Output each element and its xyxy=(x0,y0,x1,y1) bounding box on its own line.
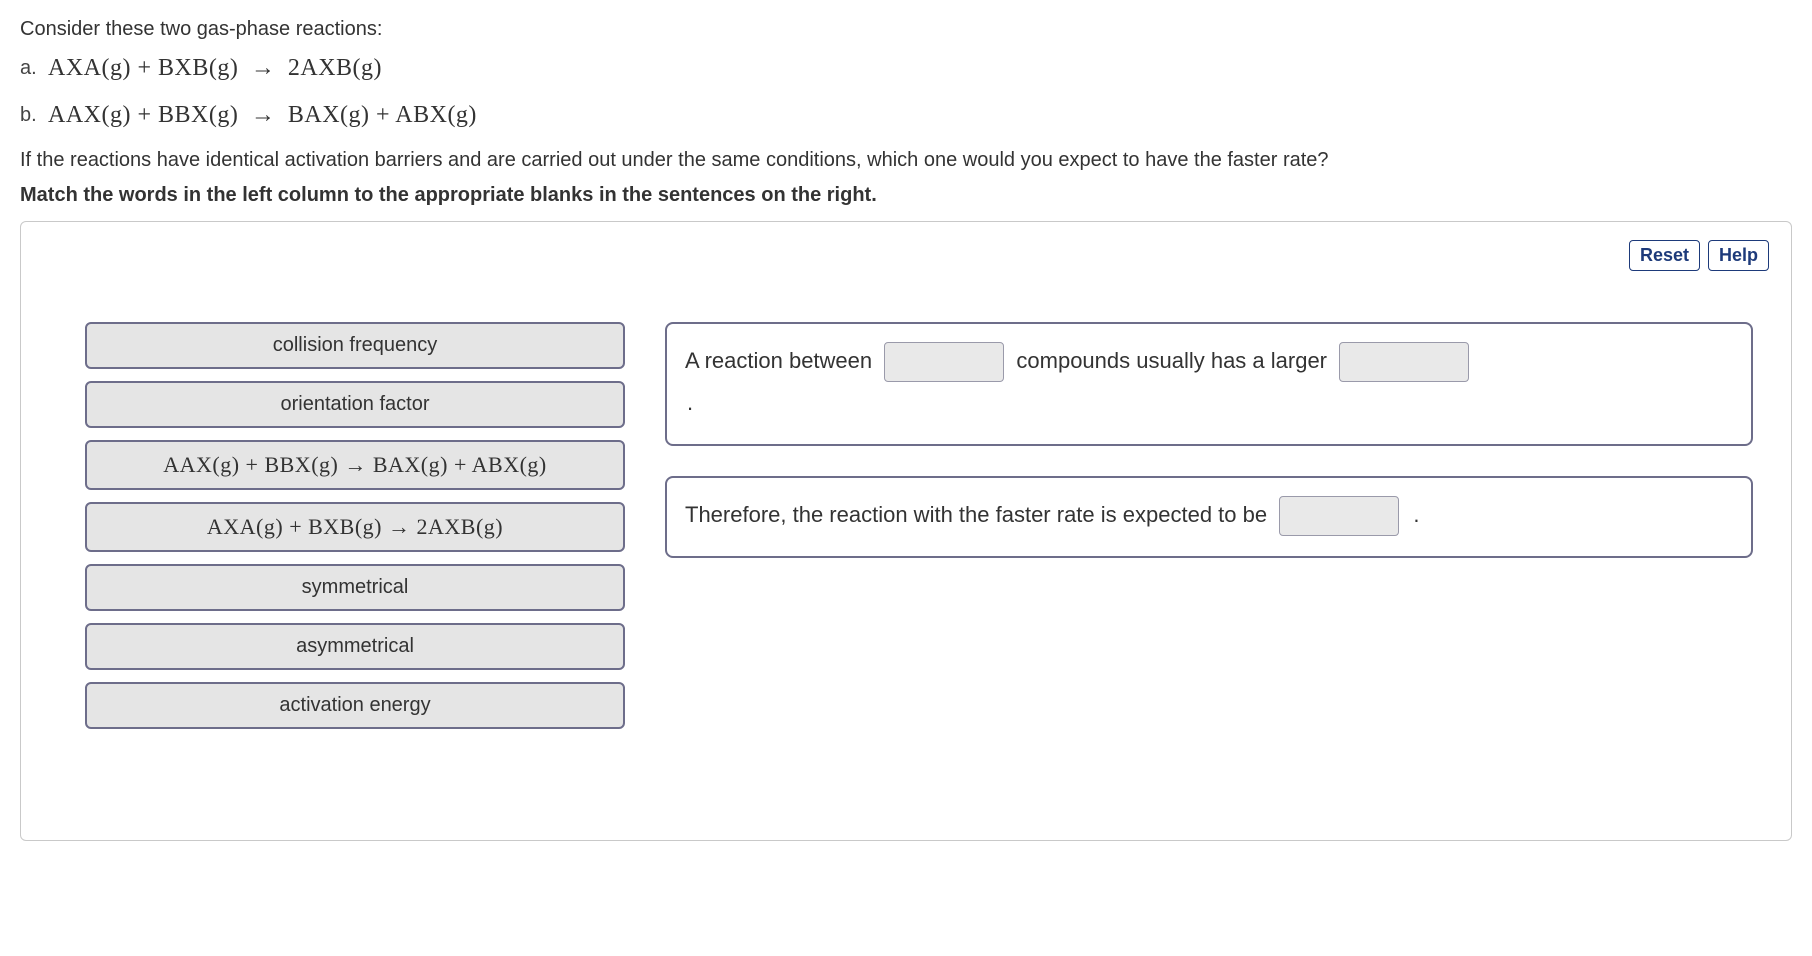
reset-button[interactable]: Reset xyxy=(1629,240,1700,271)
plus-sign: + xyxy=(137,102,151,128)
reaction-b-equation: AAX(g) + BBX(g) → BAX(g) + ABX(g) xyxy=(48,102,477,129)
card1-text-mid: compounds usually has a larger xyxy=(1016,348,1327,373)
drop-slot-compound-type[interactable] xyxy=(884,342,1004,382)
item-a-letter: a. xyxy=(20,57,48,80)
plus-sign: + xyxy=(376,102,390,128)
arrow-icon: → xyxy=(245,55,282,81)
arrow-icon: → xyxy=(245,102,282,128)
tile-reaction-b[interactable]: AAX(g) + BBX(g) → BAX(g) + ABX(g) xyxy=(85,440,625,490)
tile-label: symmetrical xyxy=(302,576,409,598)
tile-label: activation energy xyxy=(279,694,430,716)
help-button[interactable]: Help xyxy=(1708,240,1769,271)
tile-label: asymmetrical xyxy=(296,635,414,657)
eqn-b-rhs1: BAX(g) xyxy=(288,102,370,128)
tile-reaction-a[interactable]: AXA(g) + BXB(g) → 2AXB(g) xyxy=(85,502,625,552)
drop-slot-reaction[interactable] xyxy=(1279,496,1399,536)
eqn-b-rhs2: ABX(g) xyxy=(395,102,477,128)
tile-collision-frequency[interactable]: collision frequency xyxy=(85,322,625,369)
targets-column: A reaction between compounds usually has… xyxy=(665,322,1769,741)
card2-text-pre: Therefore, the reaction with the faster … xyxy=(685,502,1267,527)
item-b-letter: b. xyxy=(20,104,48,127)
card1-text-end: . xyxy=(687,390,693,415)
tiles-column: collision frequency orientation factor A… xyxy=(85,322,625,741)
tile-asymmetrical[interactable]: asymmetrical xyxy=(85,623,625,670)
target-card-2: Therefore, the reaction with the faster … xyxy=(665,476,1753,558)
tile-orientation-factor[interactable]: orientation factor xyxy=(85,381,625,428)
eqn-a-rhs: 2AXB(g) xyxy=(288,55,382,81)
reaction-a-equation: AXA(g) + BXB(g) → 2AXB(g) xyxy=(48,55,382,82)
tile-activation-energy[interactable]: activation energy xyxy=(85,682,625,729)
eqn-a-lhs2: BXB(g) xyxy=(158,55,238,81)
instruction-text: Match the words in the left column to th… xyxy=(20,184,1792,207)
tile-label: orientation factor xyxy=(281,393,430,415)
eqn-a-lhs1: AXA(g) xyxy=(48,55,131,81)
activity-panel: Reset Help collision frequency orientati… xyxy=(20,221,1792,841)
eqn-b-lhs2: BBX(g) xyxy=(158,102,238,128)
plus-sign: + xyxy=(137,55,151,81)
tile-label: AXA(g) + BXB(g) → 2AXB(g) xyxy=(207,514,503,539)
eqn-b-lhs1: AAX(g) xyxy=(48,102,131,128)
drop-slot-factor[interactable] xyxy=(1339,342,1469,382)
card1-text-pre: A reaction between xyxy=(685,348,872,373)
intro-text: Consider these two gas-phase reactions: xyxy=(20,18,1792,41)
card2-text-end: . xyxy=(1413,502,1419,527)
tile-symmetrical[interactable]: symmetrical xyxy=(85,564,625,611)
target-card-1: A reaction between compounds usually has… xyxy=(665,322,1753,446)
question-text: If the reactions have identical activati… xyxy=(20,149,1792,172)
tile-label: AAX(g) + BBX(g) → BAX(g) + ABX(g) xyxy=(163,452,547,477)
tile-label: collision frequency xyxy=(273,334,438,356)
